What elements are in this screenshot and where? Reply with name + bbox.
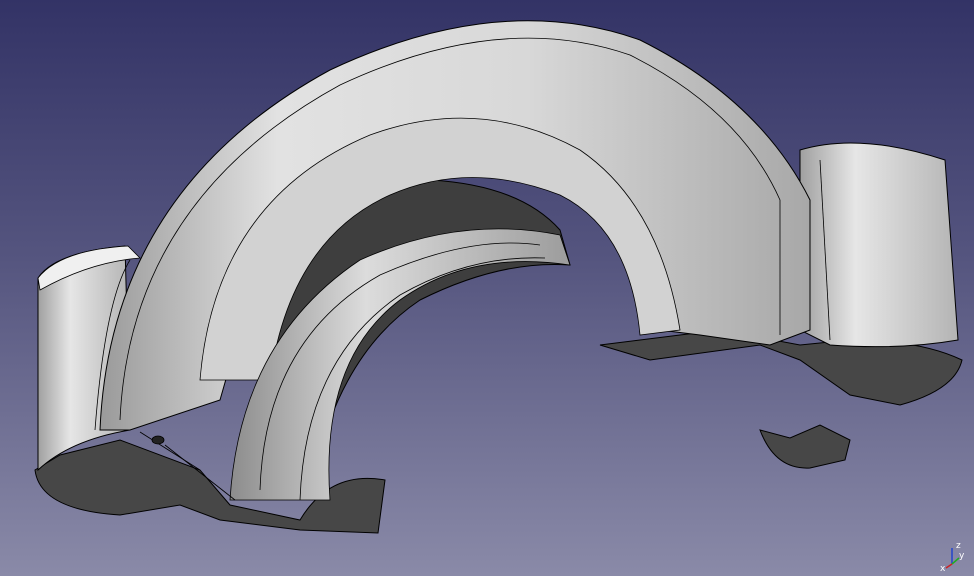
y-axis-line xyxy=(951,557,960,565)
x-axis-label: x xyxy=(940,564,946,572)
y-axis-label: y xyxy=(959,551,965,561)
axis-triad: z y x xyxy=(940,541,965,572)
3d-viewport[interactable]: z y x xyxy=(0,0,974,576)
z-axis-label: z xyxy=(956,541,961,551)
right-boss xyxy=(799,142,959,348)
x-axis-line xyxy=(945,563,953,569)
model-view[interactable] xyxy=(0,0,974,576)
small-hole xyxy=(151,435,165,445)
